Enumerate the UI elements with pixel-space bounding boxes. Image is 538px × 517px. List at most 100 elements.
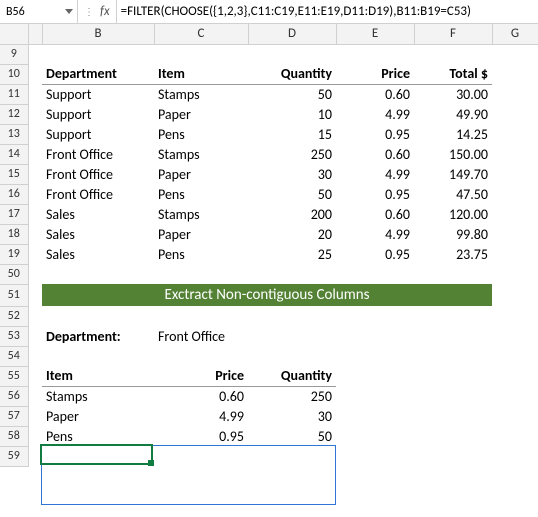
formula-input[interactable] [117,0,538,23]
result-item[interactable]: Paper [42,406,154,426]
cell-qty[interactable]: 250 [248,144,336,164]
result-price[interactable]: 4.99 [154,406,248,426]
name-box-value: B56 [6,5,61,19]
cell-qty[interactable]: 200 [248,204,336,224]
fx-icon[interactable]: fx [100,4,110,19]
cell-price[interactable]: 0.60 [336,204,414,224]
row-header[interactable]: 50 [0,264,28,284]
cell-dept[interactable]: Support [42,104,154,124]
result-item[interactable]: Pens [42,426,154,446]
cell-item[interactable]: Paper [154,164,248,184]
cell-dept[interactable]: Sales [42,204,154,224]
row-header[interactable]: 15 [0,164,28,184]
cell-total[interactable]: 14.25 [414,124,492,144]
filter-value[interactable]: Front Office [154,326,336,346]
cell-item[interactable]: Stamps [154,204,248,224]
row-header[interactable]: 51 [0,284,28,306]
cell-price[interactable]: 0.95 [336,244,414,264]
result-qty[interactable]: 250 [248,386,336,406]
cell-price[interactable]: 0.60 [336,84,414,104]
cell-qty[interactable]: 15 [248,124,336,144]
banner-title[interactable]: Exctract Non-contiguous Columns [42,284,492,306]
cell-qty[interactable]: 30 [248,164,336,184]
cell-price[interactable]: 0.95 [336,184,414,204]
cell-dept[interactable]: Front Office [42,144,154,164]
result-header-quantity[interactable]: Quantity [248,366,336,386]
row-header[interactable]: 55 [0,366,28,386]
cell-item[interactable]: Pens [154,244,248,264]
row-header[interactable]: 53 [0,326,28,346]
cell-item[interactable]: Stamps [154,144,248,164]
more-icon[interactable]: ⋮ [84,7,94,17]
cell-total[interactable]: 99.80 [414,224,492,244]
cell-item[interactable]: Pens [154,124,248,144]
col-header[interactable]: D [248,24,336,44]
name-box[interactable]: B56 [0,0,78,23]
result-header-price[interactable]: Price [154,366,248,386]
result-price[interactable]: 0.95 [154,426,248,446]
cell-total[interactable]: 149.70 [414,164,492,184]
cell-dept[interactable]: Support [42,84,154,104]
cell-dept[interactable]: Front Office [42,184,154,204]
row-header[interactable]: 10 [0,64,28,84]
worksheet[interactable]: B C D E F G 9 10 Department Item Quantit… [0,24,538,467]
row-header[interactable]: 18 [0,224,28,244]
cell-price[interactable]: 4.99 [336,104,414,124]
result-qty[interactable]: 30 [248,406,336,426]
row-header[interactable]: 56 [0,386,28,406]
cell-total[interactable]: 49.90 [414,104,492,124]
result-qty[interactable]: 50 [248,426,336,446]
cell-price[interactable]: 0.95 [336,124,414,144]
row-header[interactable]: 14 [0,144,28,164]
row-header[interactable]: 57 [0,406,28,426]
cell-total[interactable]: 30.00 [414,84,492,104]
row-header[interactable]: 9 [0,44,28,64]
row-header[interactable]: 54 [0,346,28,366]
cell-item[interactable]: Paper [154,224,248,244]
col-header[interactable]: C [154,24,248,44]
cell-qty[interactable]: 25 [248,244,336,264]
result-price[interactable]: 0.60 [154,386,248,406]
cell-total[interactable]: 150.00 [414,144,492,164]
cell-item[interactable]: Pens [154,184,248,204]
col-header[interactable]: E [336,24,414,44]
chevron-down-icon[interactable] [65,9,73,14]
cell-qty[interactable]: 20 [248,224,336,244]
cell-price[interactable]: 4.99 [336,164,414,184]
cell-qty[interactable]: 10 [248,104,336,124]
header-price[interactable]: Price [336,64,414,84]
row-header[interactable]: 59 [0,446,28,466]
cell-dept[interactable]: Front Office [42,164,154,184]
column-headers[interactable]: B C D E F G [0,24,538,44]
cell-item[interactable]: Paper [154,104,248,124]
cell-qty[interactable]: 50 [248,84,336,104]
row-header[interactable]: 17 [0,204,28,224]
cell-total[interactable]: 47.50 [414,184,492,204]
row-header[interactable]: 11 [0,84,28,104]
result-header-item[interactable]: Item [42,366,154,386]
col-header[interactable]: F [414,24,492,44]
row-header[interactable]: 12 [0,104,28,124]
result-item[interactable]: Stamps [42,386,154,406]
cell-dept[interactable]: Support [42,124,154,144]
cell-qty[interactable]: 50 [248,184,336,204]
cell-total[interactable]: 23.75 [414,244,492,264]
cell-item[interactable]: Stamps [154,84,248,104]
cell-total[interactable]: 120.00 [414,204,492,224]
cell-price[interactable]: 4.99 [336,224,414,244]
row-header[interactable]: 58 [0,426,28,446]
filter-label[interactable]: Department: [42,326,154,346]
col-header[interactable]: G [492,24,538,44]
row-header[interactable]: 16 [0,184,28,204]
header-item[interactable]: Item [154,64,248,84]
col-header[interactable]: B [42,24,154,44]
header-department[interactable]: Department [42,64,154,84]
row-header[interactable]: 19 [0,244,28,264]
cell-price[interactable]: 0.60 [336,144,414,164]
cell-dept[interactable]: Sales [42,224,154,244]
header-quantity[interactable]: Quantity [248,64,336,84]
row-header[interactable]: 13 [0,124,28,144]
row-header[interactable]: 52 [0,306,28,326]
cell-dept[interactable]: Sales [42,244,154,264]
header-total[interactable]: Total $ [414,64,492,84]
